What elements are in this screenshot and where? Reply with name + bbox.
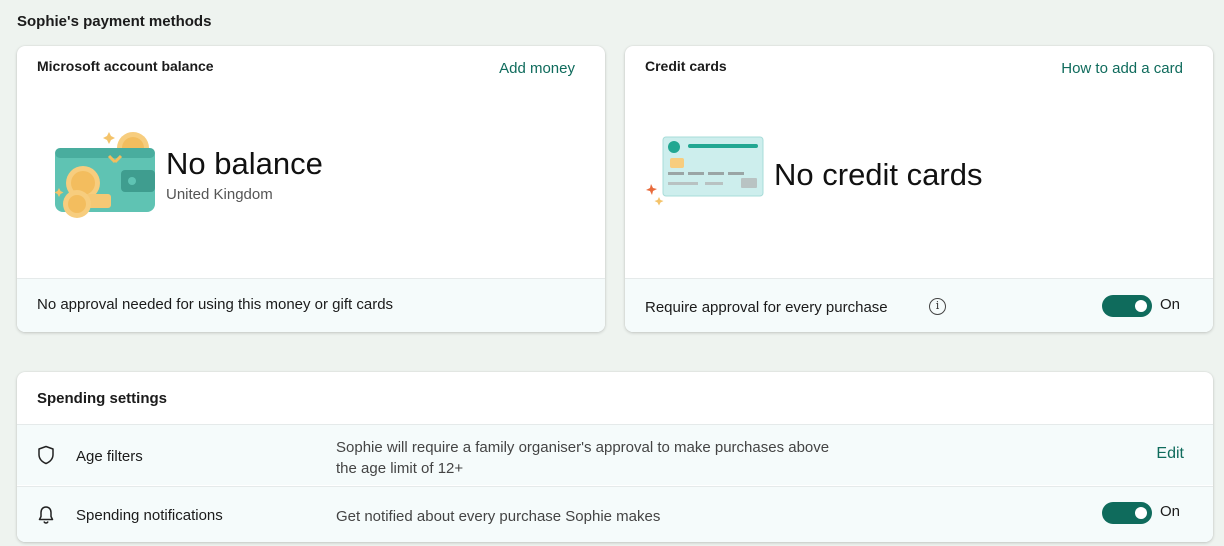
credit-cards-title: Credit cards: [645, 58, 727, 74]
info-icon[interactable]: i: [929, 298, 946, 315]
credit-card-footer: Require approval for every purchase i On: [625, 278, 1213, 332]
bell-icon: [38, 506, 54, 524]
toggle-knob: [1135, 507, 1147, 519]
credit-cards-card: Credit cards How to add a card No credit…: [625, 46, 1213, 332]
require-approval-toggle[interactable]: [1102, 295, 1152, 317]
balance-footer-text: No approval needed for using this money …: [37, 296, 394, 313]
how-to-add-card-link[interactable]: How to add a card: [1061, 60, 1183, 77]
spending-notifications-row: Spending notifications Get notified abou…: [17, 486, 1213, 542]
spending-settings-card: Spending settings Age filters Sophie wil…: [17, 372, 1213, 542]
credit-card-icon: [646, 136, 764, 206]
balance-card: Microsoft account balance Add money No b…: [17, 46, 605, 332]
spending-notifications-description: Get notified about every purchase Sophie…: [336, 508, 661, 525]
wallet-coins-icon: [54, 132, 155, 218]
spending-settings-title: Spending settings: [37, 390, 168, 407]
age-filters-description: Sophie will require a family organiser's…: [336, 437, 936, 479]
shield-icon: [38, 445, 54, 465]
balance-card-title: Microsoft account balance: [37, 58, 214, 74]
balance-region: United Kingdom: [166, 186, 273, 203]
balance-amount: No balance: [166, 146, 323, 181]
age-filters-label: Age filters: [76, 448, 143, 465]
require-approval-text: Require approval for every purchase: [645, 299, 888, 316]
page-title: Sophie's payment methods: [17, 13, 212, 30]
age-filters-description-line2: the age limit of 12+: [336, 460, 464, 477]
toggle-knob: [1135, 300, 1147, 312]
age-filters-edit-button[interactable]: Edit: [1156, 445, 1184, 463]
add-money-link[interactable]: Add money: [499, 60, 575, 77]
spending-notifications-toggle-label: On: [1160, 503, 1181, 520]
credit-cards-status: No credit cards: [774, 157, 983, 192]
require-approval-toggle-label: On: [1160, 296, 1181, 313]
age-filters-description-line1: Sophie will require a family organiser's…: [336, 439, 830, 456]
spending-notifications-label: Spending notifications: [76, 507, 223, 524]
spending-notifications-toggle[interactable]: [1102, 502, 1152, 524]
age-filters-row[interactable]: Age filters Sophie will require a family…: [17, 424, 1213, 485]
balance-card-footer: No approval needed for using this money …: [17, 278, 605, 332]
